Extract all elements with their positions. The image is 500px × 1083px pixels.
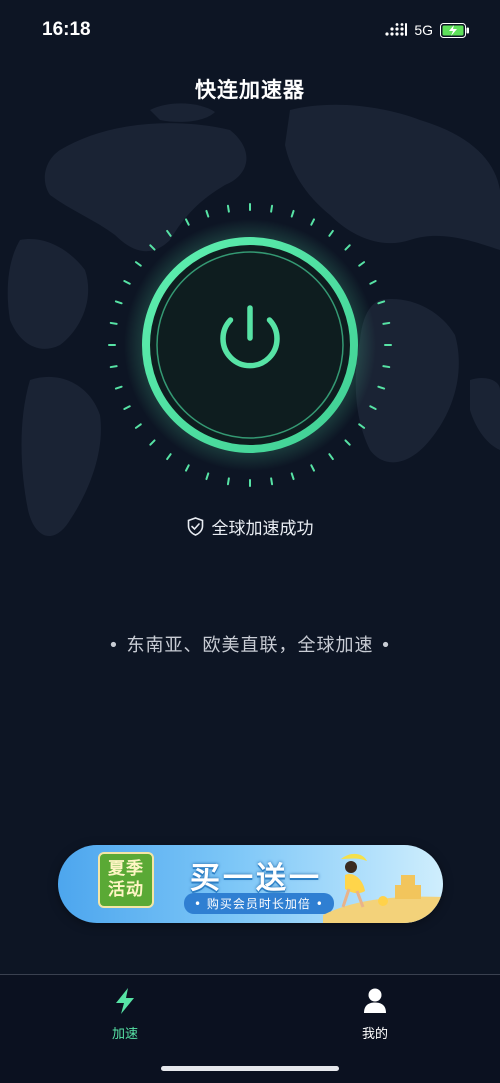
user-icon xyxy=(364,988,386,1013)
lightning-icon xyxy=(116,988,134,1014)
tick-mark xyxy=(134,261,142,267)
tick-mark xyxy=(382,321,391,325)
promo-subtitle: • 购买会员时长加倍 • xyxy=(184,893,334,914)
app-title: 快连加速器 xyxy=(195,78,305,102)
network-type: 5G xyxy=(414,22,433,38)
tick-mark xyxy=(382,365,391,369)
tick-mark xyxy=(377,385,386,390)
tick-mark xyxy=(109,365,118,369)
tick-mark xyxy=(358,261,366,267)
tick-mark xyxy=(290,209,295,218)
tick-mark xyxy=(114,385,123,390)
status-bar: 16:18 5G xyxy=(0,0,500,64)
tick-mark xyxy=(226,204,230,213)
tick-mark xyxy=(149,439,156,446)
tick-mark xyxy=(310,218,316,226)
power-button[interactable] xyxy=(100,195,400,495)
status-icons: 5G xyxy=(385,22,470,38)
home-indicator xyxy=(161,1066,339,1071)
tick-mark xyxy=(184,464,190,472)
tick-mark xyxy=(166,229,172,237)
tick-mark xyxy=(344,244,351,251)
promo-badge: 夏季 活动 xyxy=(98,852,154,908)
tagline: • 东南亚、欧美直联，全球加速 • xyxy=(108,635,392,656)
beach-illustration xyxy=(323,853,443,923)
promo-banner[interactable]: 夏季 活动 买一送一 • 购买会员时长加倍 • xyxy=(58,845,443,923)
connection-status-text: 全球加速成功 xyxy=(211,519,314,539)
promo-badge-line2: 活动 xyxy=(108,880,144,900)
tick-mark xyxy=(328,453,334,461)
tick-mark xyxy=(290,472,295,481)
battery-charging-icon xyxy=(440,22,469,38)
tab-mine[interactable]: 我的 xyxy=(335,987,415,1042)
tick-mark xyxy=(149,244,156,251)
tick-mark xyxy=(358,423,366,429)
power-ring[interactable] xyxy=(100,195,400,495)
tick-mark xyxy=(205,209,210,218)
promo-badge-line1: 夏季 xyxy=(108,859,144,879)
tab-mine-label: 我的 xyxy=(361,1027,388,1042)
tick-mark xyxy=(369,405,377,411)
tab-accelerate[interactable]: 加速 xyxy=(85,987,165,1042)
tick-mark xyxy=(123,279,131,285)
tick-mark xyxy=(123,405,131,411)
tick-mark xyxy=(114,300,123,305)
promo-title: 买一送一 xyxy=(190,861,322,896)
tick-mark xyxy=(310,464,316,472)
tick-mark xyxy=(205,472,210,481)
tick-mark xyxy=(369,279,377,285)
tick-mark xyxy=(270,477,274,486)
tick-mark xyxy=(134,423,142,429)
connection-status: 全球加速成功 xyxy=(0,514,500,539)
tick-mark xyxy=(377,300,386,305)
tick-mark xyxy=(328,229,334,237)
tick-mark xyxy=(270,204,274,213)
status-time: 16:18 xyxy=(42,19,91,40)
signal-icon xyxy=(385,23,408,36)
tick-mark xyxy=(184,218,190,226)
tick-mark xyxy=(166,453,172,461)
tick-mark xyxy=(226,477,230,486)
tick-mark xyxy=(344,439,351,446)
tick-mark xyxy=(109,321,118,325)
shield-check-icon xyxy=(187,517,203,536)
tab-accelerate-label: 加速 xyxy=(111,1027,138,1042)
